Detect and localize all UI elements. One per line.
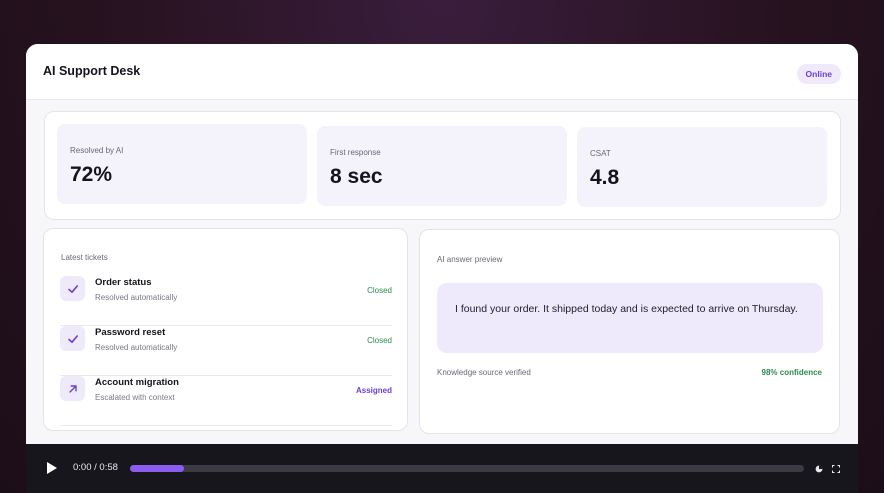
video-player-controls: 0:00 / 0:58	[26, 444, 858, 493]
ticket-row[interactable]: Order status Resolved automatically Clos…	[60, 276, 392, 326]
confidence-label: 98% confidence	[761, 368, 822, 377]
play-icon[interactable]	[46, 461, 58, 475]
app-frame: AI Support Desk Online Resolved by AI 72…	[0, 0, 884, 493]
playback-time: 0:00 / 0:58	[73, 462, 118, 473]
ticket-row[interactable]: Password reset Resolved automatically Cl…	[60, 326, 392, 376]
ticket-status: Closed	[367, 336, 392, 345]
ticket-title: Account migration	[95, 377, 179, 388]
header: AI Support Desk Online	[26, 44, 858, 100]
ticket-subtitle: Escalated with context	[95, 393, 175, 402]
preview-title: AI answer preview	[437, 255, 503, 264]
arrow-up-right-icon	[60, 376, 85, 401]
ticket-subtitle: Resolved automatically	[95, 293, 178, 302]
volume-icon[interactable]	[815, 465, 823, 473]
check-icon	[60, 276, 85, 301]
ticket-row[interactable]: Account migration Escalated with context…	[60, 376, 392, 426]
check-icon	[60, 326, 85, 351]
ai-preview-panel: AI answer preview I found your order. It…	[419, 229, 840, 434]
progress-track[interactable]	[130, 465, 804, 472]
stat-value: 4.8	[590, 166, 620, 189]
status-badge: Online	[796, 64, 841, 84]
knowledge-source-label: Knowledge source verified	[437, 368, 531, 377]
stat-csat: CSAT 4.8	[577, 127, 827, 207]
ticket-status: Closed	[367, 286, 392, 295]
ticket-title: Password reset	[95, 327, 166, 338]
ticket-status: Assigned	[355, 386, 392, 395]
stat-value: 8 sec	[330, 165, 383, 188]
ticket-subtitle: Resolved automatically	[95, 343, 178, 352]
ticket-title: Order status	[95, 277, 152, 288]
tickets-title: Latest tickets	[61, 253, 108, 262]
stat-label: First response	[330, 148, 381, 157]
stats-panel: Resolved by AI 72% First response 8 sec …	[44, 111, 841, 220]
stat-label: CSAT	[590, 149, 611, 158]
app-title: AI Support Desk	[43, 64, 141, 78]
stat-first-response: First response 8 sec	[317, 126, 567, 206]
fullscreen-icon[interactable]	[832, 465, 840, 473]
progress-fill	[130, 465, 184, 472]
support-desk-card: AI Support Desk Online Resolved by AI 72…	[26, 44, 858, 444]
stat-value: 72%	[70, 163, 113, 186]
stat-resolved-by-ai: Resolved by AI 72%	[57, 124, 307, 204]
ai-answer-bubble: I found your order. It shipped today and…	[437, 283, 823, 353]
stat-label: Resolved by AI	[70, 146, 124, 155]
tickets-panel: Latest tickets Order status Resolved aut…	[43, 228, 408, 431]
